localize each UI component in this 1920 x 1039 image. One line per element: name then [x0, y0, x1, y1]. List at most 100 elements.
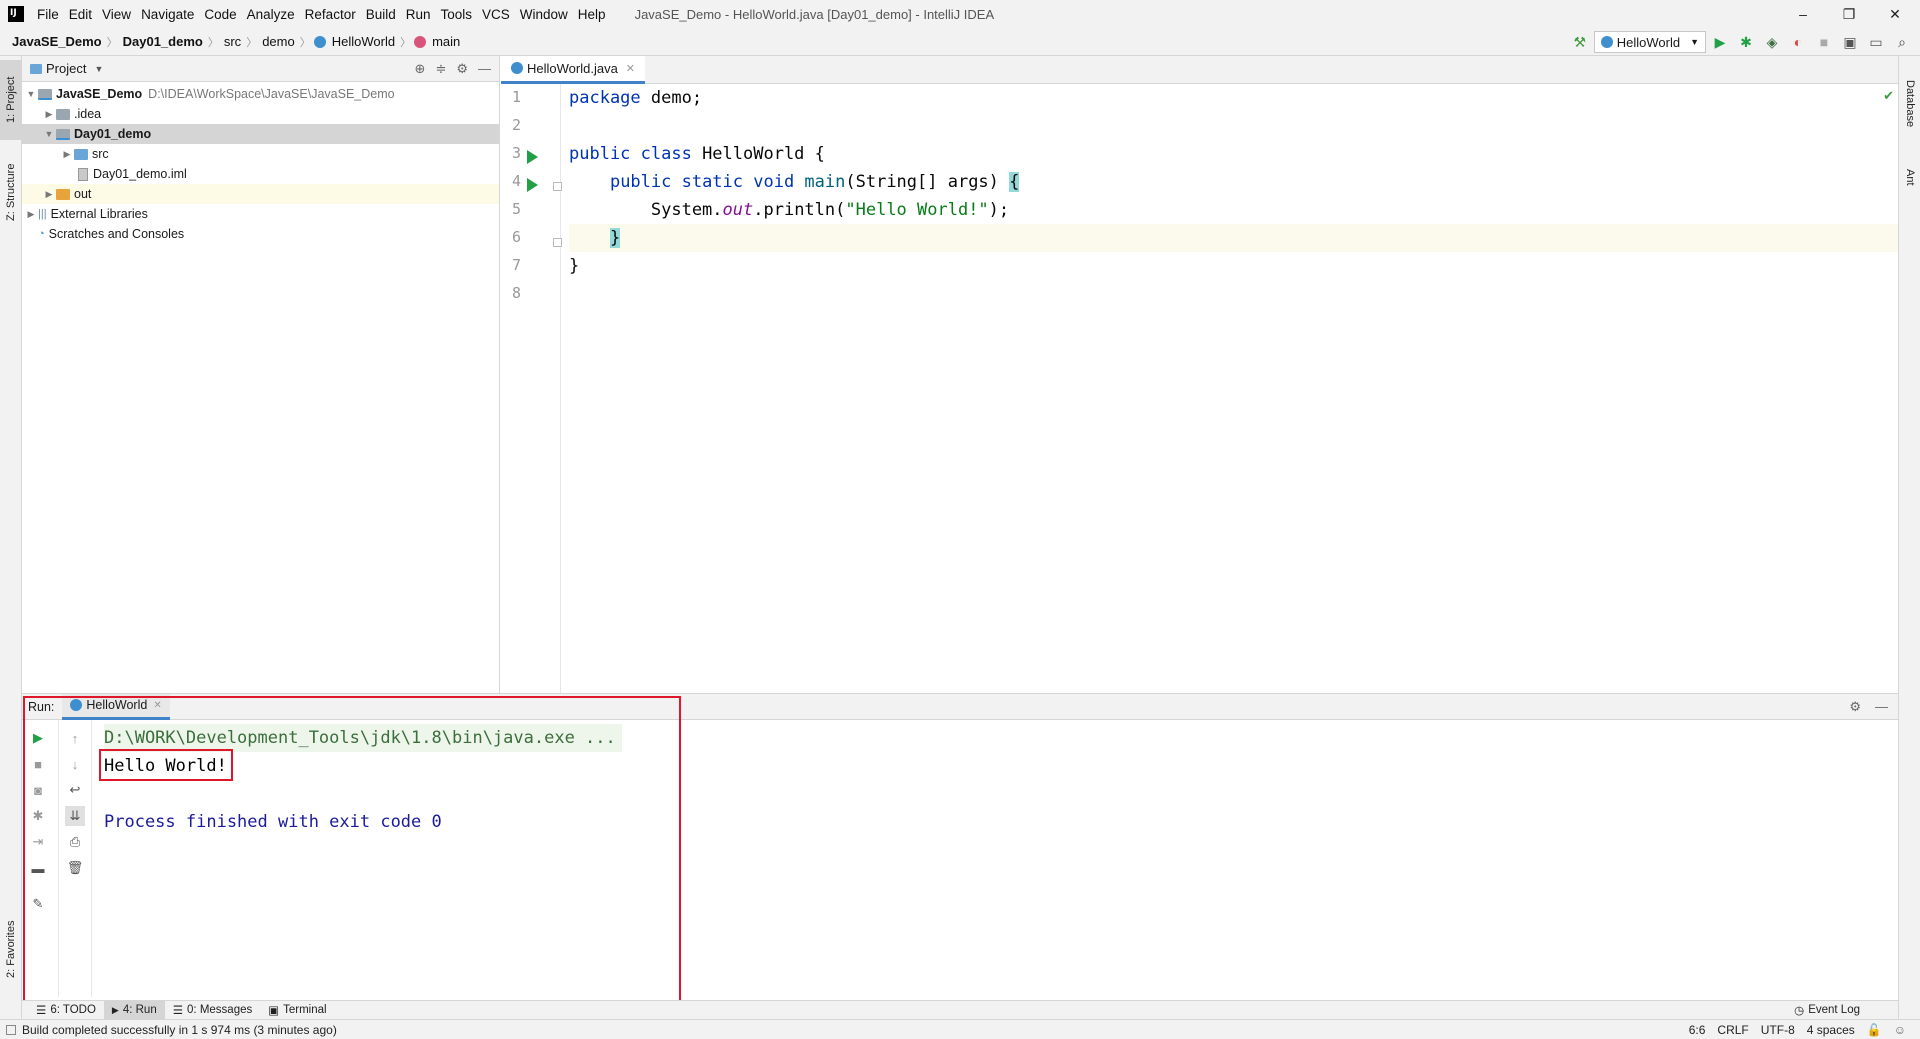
event-log-icon: ◷	[1794, 1005, 1805, 1017]
tree-item-iml[interactable]: Day01_demo.iml	[22, 164, 499, 184]
collapse-arrow-icon[interactable]: ▶	[42, 109, 56, 120]
tree-item-scratches[interactable]: ◔ Scratches and Consoles	[22, 224, 499, 244]
code-line: public class HelloWorld {	[569, 140, 1898, 168]
run-gutter-icon[interactable]	[527, 178, 538, 192]
code-token: }	[569, 256, 580, 276]
excluded-folder-icon	[56, 188, 70, 200]
run-toolbar: ⚒ HelloWorld ▼ ▶ ✱ ◈ ◐ ■ ▣ ▭ ⌕	[1568, 30, 1914, 54]
search-everywhere-icon[interactable]: ⌕	[1890, 30, 1914, 54]
menu-refactor[interactable]: Refactor	[300, 7, 361, 22]
inspector-icon[interactable]: ☺	[1888, 1023, 1912, 1037]
breadcrumb-module[interactable]: Day01_demo	[121, 34, 205, 49]
stop-icon[interactable]: ■	[1812, 30, 1836, 54]
profile-icon[interactable]: ◐	[1786, 30, 1810, 54]
tool-tab-todo[interactable]: ☰ 6: TODO	[28, 1001, 104, 1020]
close-window-button[interactable]: ✕	[1872, 0, 1918, 28]
hide-icon[interactable]: —	[1875, 699, 1888, 714]
expand-arrow-icon[interactable]: ▼	[24, 89, 38, 99]
coverage-icon[interactable]: ◈	[1760, 30, 1784, 54]
collapse-all-icon[interactable]: ≑	[435, 61, 446, 77]
chevron-right-icon: 〉	[400, 36, 412, 49]
chevron-down-icon[interactable]: ▼	[94, 64, 103, 74]
debug-icon[interactable]: ✱	[1734, 30, 1758, 54]
menu-build[interactable]: Build	[361, 7, 401, 22]
tree-item-label: Day01_demo.iml	[93, 167, 187, 181]
run-icon[interactable]: ▶	[1708, 30, 1732, 54]
locate-icon[interactable]: ⊕	[415, 61, 426, 77]
line-separator[interactable]: CRLF	[1711, 1023, 1754, 1037]
fold-marker-icon[interactable]	[553, 238, 562, 247]
tree-item-module[interactable]: ▼ Day01_demo	[22, 124, 499, 144]
tool-tab-label: 6: TODO	[50, 1004, 96, 1016]
caret-position[interactable]: 6:6	[1683, 1023, 1712, 1037]
code-area[interactable]: package demo; public class HelloWorld { …	[569, 84, 1898, 693]
tool-tab-structure[interactable]: Z: Structure	[0, 152, 22, 232]
menu-edit[interactable]: Edit	[64, 7, 97, 22]
chevron-right-icon: 〉	[299, 36, 311, 49]
hide-icon[interactable]: —	[478, 61, 491, 76]
build-hammer-icon[interactable]: ⚒	[1568, 30, 1592, 54]
project-structure-icon[interactable]: ▣	[1838, 30, 1862, 54]
tool-tab-label: Terminal	[283, 1004, 327, 1016]
close-icon[interactable]: ✕	[626, 62, 635, 75]
libraries-icon: |||	[38, 208, 47, 220]
chevron-right-icon: 〉	[207, 36, 219, 49]
tree-item-idea[interactable]: ▶ .idea	[22, 104, 499, 124]
tool-tab-run[interactable]: ▶ 4: Run	[103, 1000, 165, 1020]
lock-icon[interactable]: 🔓	[1861, 1023, 1888, 1037]
tool-tab-favorites[interactable]: 2: Favorites	[0, 904, 22, 994]
breadcrumb-method[interactable]: main	[430, 34, 462, 49]
menu-navigate[interactable]: Navigate	[136, 7, 199, 22]
tool-tab-label: 0: Messages	[187, 1004, 253, 1016]
event-log-button[interactable]: ◷ Event Log	[1786, 1001, 1868, 1020]
menu-help[interactable]: Help	[573, 7, 611, 22]
collapse-arrow-icon[interactable]: ▶	[42, 189, 56, 200]
line-number: 1	[511, 88, 521, 106]
file-encoding[interactable]: UTF-8	[1755, 1023, 1801, 1037]
status-message[interactable]: Build completed successfully in 1 s 974 …	[16, 1023, 343, 1037]
tool-tab-database[interactable]: Database	[1899, 64, 1920, 144]
inspection-ok-icon[interactable]: ✔	[1883, 88, 1894, 104]
expand-arrow-icon[interactable]: ▼	[42, 129, 56, 139]
indent-setting[interactable]: 4 spaces	[1801, 1023, 1861, 1037]
run-gutter-icon[interactable]	[527, 150, 538, 164]
list-icon: ☰	[36, 1005, 47, 1017]
breadcrumb-project[interactable]: JavaSE_Demo	[10, 34, 104, 49]
collapse-arrow-icon[interactable]: ▶	[24, 209, 38, 220]
gear-icon[interactable]: ⚙	[456, 61, 468, 77]
iml-file-icon	[78, 167, 88, 181]
menu-tools[interactable]: Tools	[436, 7, 478, 22]
run-configuration-select[interactable]: HelloWorld ▼	[1593, 31, 1706, 53]
tool-tab-terminal[interactable]: ▣ Terminal	[260, 1001, 334, 1020]
left-tool-stripe: 1: Project Z: Structure 2: Favorites	[0, 56, 22, 1019]
chevron-right-icon: 〉	[246, 36, 258, 49]
project-view-icon	[30, 63, 42, 74]
menu-code[interactable]: Code	[199, 7, 241, 22]
breadcrumb-package[interactable]: demo	[260, 34, 297, 49]
project-panel-title[interactable]: Project	[46, 61, 86, 76]
tree-item-src[interactable]: ▶ src	[22, 144, 499, 164]
layout-icon[interactable]: ▭	[1864, 30, 1888, 54]
toggle-tool-windows-icon[interactable]	[6, 1024, 16, 1035]
menu-file[interactable]: File	[32, 7, 64, 22]
gear-icon[interactable]: ⚙	[1849, 699, 1861, 715]
tool-tab-ant[interactable]: Ant	[1899, 152, 1920, 202]
menu-view[interactable]: View	[97, 7, 136, 22]
tree-item-external-libraries[interactable]: ▶ ||| External Libraries	[22, 204, 499, 224]
menu-vcs[interactable]: VCS	[477, 7, 515, 22]
restore-button[interactable]: ❐	[1826, 0, 1872, 28]
tool-tab-messages[interactable]: ☰ 0: Messages	[165, 1001, 261, 1020]
breadcrumb-src[interactable]: src	[222, 34, 243, 49]
menu-window[interactable]: Window	[515, 7, 573, 22]
tool-tab-project[interactable]: 1: Project	[0, 60, 22, 140]
fold-marker-icon[interactable]	[553, 182, 562, 191]
tree-item-out[interactable]: ▶ out	[22, 184, 499, 204]
minimize-button[interactable]: –	[1780, 0, 1826, 28]
tree-item-project-root[interactable]: ▼ JavaSE_Demo D:\IDEA\WorkSpace\JavaSE\J…	[22, 84, 499, 104]
breadcrumb-class[interactable]: HelloWorld	[330, 34, 397, 49]
menu-run[interactable]: Run	[401, 7, 436, 22]
collapse-arrow-icon[interactable]: ▶	[60, 149, 74, 160]
line-number: 2	[511, 116, 521, 134]
tab-helloworld-java[interactable]: HelloWorld.java ✕	[501, 55, 646, 84]
menu-analyze[interactable]: Analyze	[242, 7, 300, 22]
